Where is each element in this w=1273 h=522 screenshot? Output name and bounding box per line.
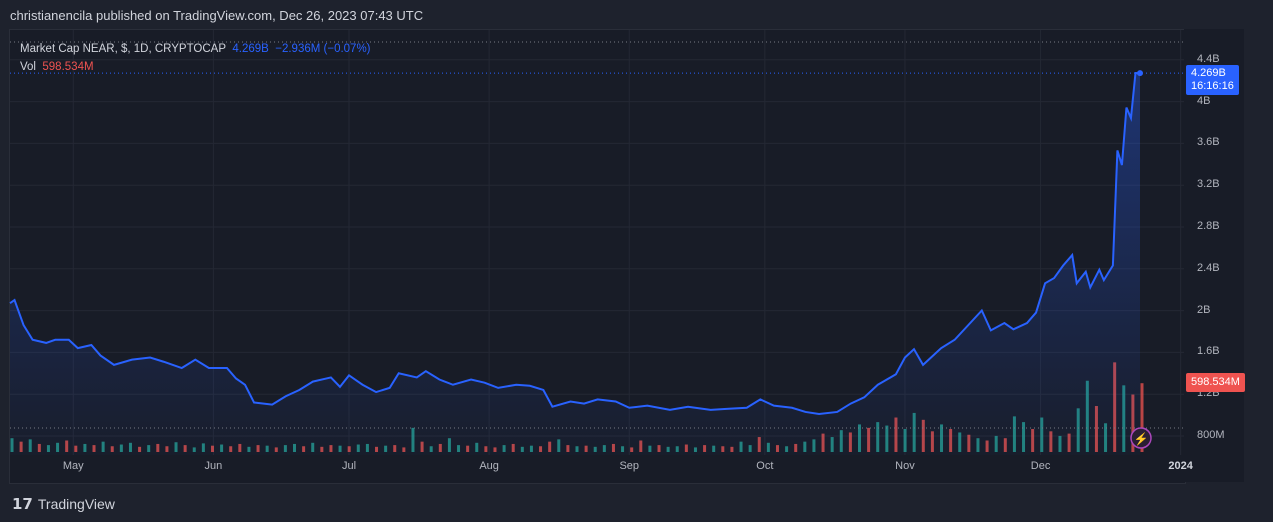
y-tick-label: 1.6B [1197, 345, 1220, 358]
x-tick-label: Jun [204, 460, 223, 472]
footer-brand: TradingView [37, 496, 115, 512]
vol-label[interactable]: Vol [20, 61, 36, 73]
y-tick-label: 4B [1197, 94, 1211, 107]
x-tick-label: Sep [619, 460, 640, 472]
chart-legend: Market Cap NEAR, $, 1D, CRYPTOCAP 4.269B… [20, 40, 371, 76]
volume-tag: 598.534M [1186, 373, 1245, 392]
y-tick-label: 3.2B [1197, 178, 1220, 191]
y-tick-label: 2.4B [1197, 261, 1220, 274]
chart-svg: ⚡ [9, 30, 1184, 456]
y-tick-label: 4.4B [1197, 52, 1220, 65]
change-value: −2.936M (−0.07%) [275, 43, 371, 55]
tradingview-logo[interactable]: 𝟭𝟳 TradingView [12, 495, 115, 513]
x-tick-label: Oct [756, 460, 774, 472]
tv-logo-icon: 𝟭𝟳 [12, 496, 33, 513]
symbol-label[interactable]: Market Cap NEAR, $, 1D, CRYPTOCAP [20, 43, 226, 55]
y-tick-label: 3.6B [1197, 136, 1220, 149]
y-tick-label: 800M [1197, 429, 1225, 441]
x-tick-label: Dec [1030, 460, 1051, 472]
price-tag: 4.269B 16:16:16 [1186, 65, 1239, 95]
y-tick-label: 2B [1197, 303, 1211, 316]
last-value: 4.269B [232, 43, 269, 55]
vol-value: 598.534M [42, 61, 94, 73]
bar-countdown: 16:16:16 [1191, 80, 1234, 92]
area-fill [10, 73, 1140, 456]
x-tick-label: 2024 [1168, 460, 1193, 472]
x-tick-label: May [62, 460, 84, 472]
x-tick-label: Jul [341, 460, 357, 472]
y-tick-label: 2.8B [1197, 220, 1220, 232]
lightning-glyph: ⚡ [1134, 432, 1149, 446]
x-tick-label: Aug [479, 460, 499, 472]
x-tick-label: Nov [895, 460, 915, 472]
price-tag-value: 4.269B [1191, 67, 1226, 79]
